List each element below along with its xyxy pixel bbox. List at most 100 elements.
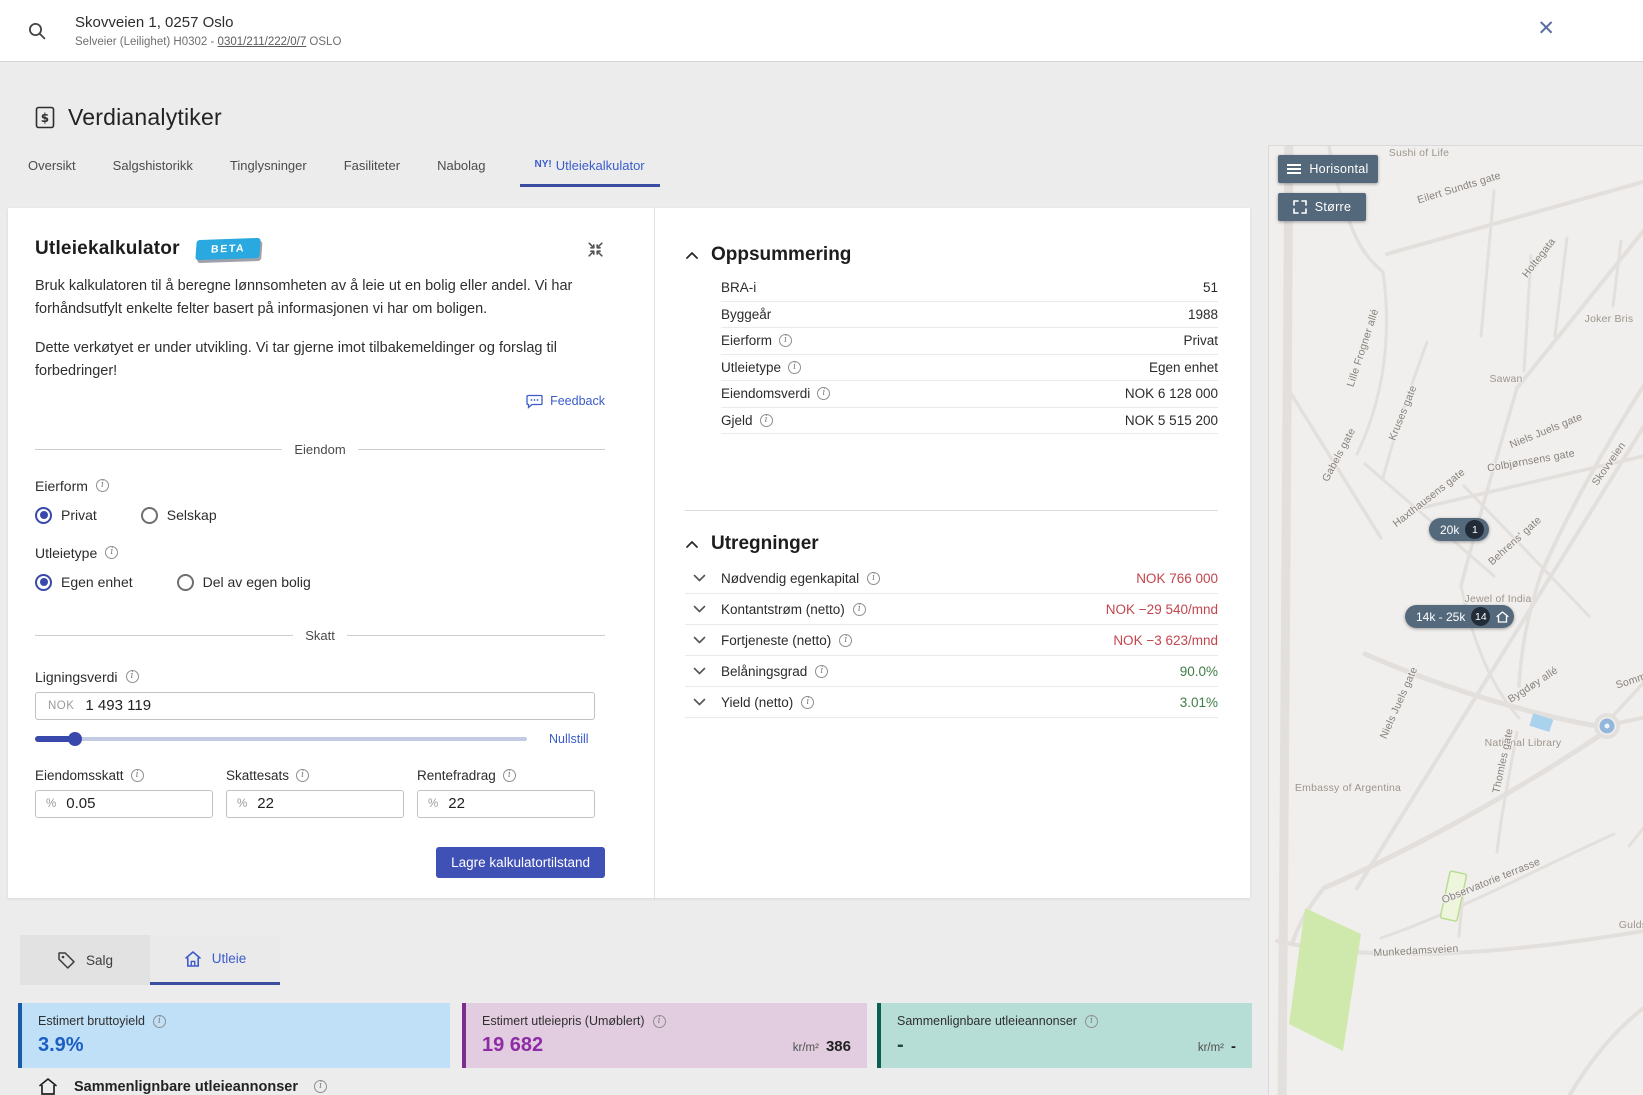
bruttoyield-card: Estimert bruttoyield 3.9% <box>18 1003 450 1068</box>
home-icon <box>38 1077 58 1095</box>
beta-badge: BETA <box>195 238 261 260</box>
tab-salg-label: Salg <box>86 953 113 968</box>
price-marker[interactable]: 20k 1 <box>1429 518 1489 541</box>
info-icon[interactable] <box>131 769 144 782</box>
radio-label: Selskap <box>167 507 217 523</box>
calculator-description-2: Dette verkøtyet er under utvikling. Vi t… <box>35 337 605 384</box>
row-label: Kontantstrøm (netto) <box>721 602 845 617</box>
info-icon[interactable] <box>817 387 830 400</box>
currency-prefix: NOK <box>48 700 74 712</box>
skattesats-input[interactable]: %22 <box>226 790 404 818</box>
expand-icon <box>1293 200 1307 214</box>
chevron-up-icon[interactable] <box>685 540 699 549</box>
radio-del-av-egen-bolig[interactable]: Del av egen bolig <box>177 574 311 591</box>
chevron-up-icon[interactable] <box>685 251 699 260</box>
row-label: Fortjeneste (netto) <box>721 633 831 648</box>
info-icon[interactable] <box>314 1080 327 1093</box>
tag-icon <box>57 951 76 970</box>
radio-privat[interactable]: Privat <box>35 507 97 524</box>
info-icon[interactable] <box>153 1015 166 1028</box>
chevron-down-icon[interactable] <box>693 574 706 582</box>
calculator-card: Utleiekalkulator BETA Bruk kalkulatoren … <box>8 208 1250 898</box>
utleiepris-card: Estimert utleiepris (Umøblert) 19 682 kr… <box>462 1003 867 1068</box>
tab-salg[interactable]: Salg <box>20 935 150 985</box>
row-label: Eierform <box>721 333 772 348</box>
radio-label: Privat <box>61 507 97 523</box>
sammenlignbare-section-header[interactable]: Sammenlignbare utleieannonser <box>38 1077 327 1095</box>
utleietype-radio-group: Egen enhet Del av egen bolig <box>35 574 605 591</box>
eierform-label: Eierform <box>35 478 88 494</box>
rentefradrag-field: Rentefradrag %22 <box>417 768 595 818</box>
tab-fasiliteter[interactable]: Fasiliteter <box>341 158 403 187</box>
marker-count-badge: 14 <box>1471 607 1490 626</box>
info-icon[interactable] <box>503 769 516 782</box>
tab-utleiekalkulator[interactable]: NY!Utleiekalkulator <box>520 158 660 187</box>
address-header: Skovveien 1, 0257 Oslo Selveier (Leiligh… <box>0 0 1643 62</box>
feedback-label: Feedback <box>550 394 605 408</box>
ligningsverdi-input[interactable]: NOK 1 493 119 <box>35 692 595 720</box>
verdianalytiker-app: Skovveien 1, 0257 Oslo Selveier (Leiligh… <box>0 0 1643 1095</box>
info-icon[interactable] <box>1085 1015 1098 1028</box>
chevron-down-icon[interactable] <box>693 636 706 644</box>
map-panel[interactable]: Sushi of Life Eilert Sundts gate Holtega… <box>1268 145 1643 1095</box>
radio-egen-enhet[interactable]: Egen enhet <box>35 574 133 591</box>
row-value: NOK −3 623/mnd <box>1113 633 1218 648</box>
card-value: 19 682 <box>482 1034 543 1057</box>
radio-label: Egen enhet <box>61 574 133 590</box>
summary-title: Oppsummering <box>711 244 851 266</box>
table-row: Byggeår1988 <box>721 302 1218 329</box>
row-value: Egen enhet <box>1149 360 1218 375</box>
close-icon[interactable]: ✕ <box>1537 18 1555 39</box>
city-text: OSLO <box>306 36 341 48</box>
info-icon[interactable] <box>867 572 880 585</box>
unit-value: 386 <box>826 1038 851 1055</box>
field-label: Skattesats <box>226 768 289 783</box>
chevron-down-icon[interactable] <box>693 667 706 675</box>
collapse-icon[interactable] <box>586 240 605 259</box>
section-label: Skatt <box>305 628 335 643</box>
slider-thumb[interactable] <box>68 732 82 746</box>
row-value: NOK 6 128 000 <box>1125 386 1218 401</box>
info-icon[interactable] <box>105 546 118 559</box>
row-value: 51 <box>1203 280 1218 295</box>
price-range-marker[interactable]: 14k - 25k 14 <box>1405 605 1514 628</box>
map-label: Gulds <box>1619 919 1643 931</box>
info-icon[interactable] <box>788 361 801 374</box>
main-tabs: Oversikt Salgshistorikk Tinglysninger Fa… <box>25 150 660 187</box>
table-row: BRA-i51 <box>721 275 1218 302</box>
info-icon[interactable] <box>815 665 828 678</box>
chevron-down-icon[interactable] <box>693 605 706 613</box>
rentefradrag-input[interactable]: %22 <box>417 790 595 818</box>
radio-selskap[interactable]: Selskap <box>141 507 217 524</box>
nullstill-link[interactable]: Nullstill <box>549 732 589 746</box>
tab-utleie[interactable]: Utleie <box>150 935 280 985</box>
ligningsverdi-slider[interactable] <box>35 732 527 746</box>
tab-nabolag[interactable]: Nabolag <box>434 158 488 187</box>
calculations-table: Nødvendig egenkapitalNOK 766 000 Kontant… <box>685 563 1218 718</box>
field-value: 0.05 <box>66 795 95 812</box>
field-label: Eiendomsskatt <box>35 768 124 783</box>
horisontal-button[interactable]: Horisontal <box>1278 155 1378 183</box>
feedback-link[interactable]: Feedback <box>526 394 605 409</box>
info-icon[interactable] <box>779 334 792 347</box>
save-calculator-button[interactable]: Lagre kalkulatortilstand <box>436 847 605 878</box>
eiendomsskatt-input[interactable]: %0.05 <box>35 790 213 818</box>
tab-tinglysninger[interactable]: Tinglysninger <box>227 158 310 187</box>
map-label: Embassy of Argentina <box>1295 782 1401 794</box>
info-icon[interactable] <box>760 414 773 427</box>
info-icon[interactable] <box>853 603 866 616</box>
eiendomsskatt-field: Eiendomsskatt %0.05 <box>35 768 213 818</box>
info-icon[interactable] <box>296 769 309 782</box>
info-icon[interactable] <box>801 696 814 709</box>
storre-button[interactable]: Større <box>1278 193 1366 221</box>
tab-salgshistorikk[interactable]: Salgshistorikk <box>110 158 196 187</box>
sammenlignbare-card: Sammenlignbare utleieannonser - kr/m²- <box>877 1003 1252 1068</box>
info-icon[interactable] <box>839 634 852 647</box>
valuation-doc-icon: $ <box>35 106 55 129</box>
chevron-down-icon[interactable] <box>693 698 706 706</box>
cadastre-link[interactable]: 0301/211/222/0/7 <box>218 36 307 48</box>
info-icon[interactable] <box>653 1015 666 1028</box>
tab-oversikt[interactable]: Oversikt <box>25 158 79 187</box>
info-icon[interactable] <box>96 479 109 492</box>
info-icon[interactable] <box>126 670 139 683</box>
